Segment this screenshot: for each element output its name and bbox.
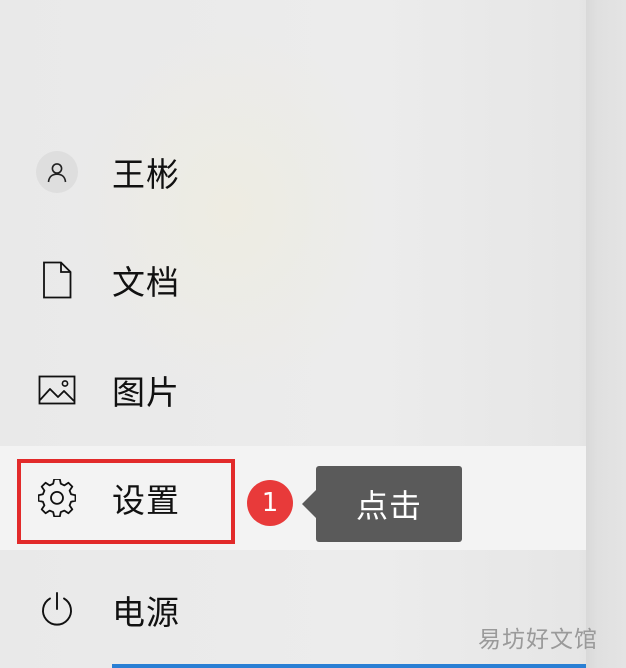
- menu-item-label: 王彬: [112, 155, 180, 194]
- menu-item-label: 电源: [112, 593, 180, 632]
- watermark: 易坊好文馆: [478, 627, 598, 653]
- user-icon: [36, 151, 78, 193]
- power-icon: [36, 589, 78, 631]
- tooltip-text: 点击: [355, 487, 422, 525]
- menu-item-user[interactable]: 王彬: [0, 120, 586, 224]
- callout-tooltip: 点击: [302, 466, 462, 542]
- menu-item-label: 设置: [112, 481, 180, 520]
- menu-item-label: 文档: [112, 263, 180, 302]
- desktop-edge: [586, 0, 626, 668]
- step-badge: 1: [247, 480, 293, 526]
- image-icon: [36, 369, 78, 411]
- user-avatar: [36, 151, 78, 193]
- menu-item-pictures[interactable]: 图片: [0, 338, 586, 442]
- menu-item-documents[interactable]: 文档: [0, 228, 586, 332]
- gear-icon: [36, 477, 78, 519]
- menu-item-settings[interactable]: 设置: [0, 446, 586, 550]
- document-icon: [36, 259, 78, 301]
- taskbar-accent-bar: [112, 664, 586, 668]
- start-menu-sidebar: 王彬 文档 图片 设置 电源: [0, 0, 586, 668]
- menu-item-label: 图片: [112, 373, 180, 412]
